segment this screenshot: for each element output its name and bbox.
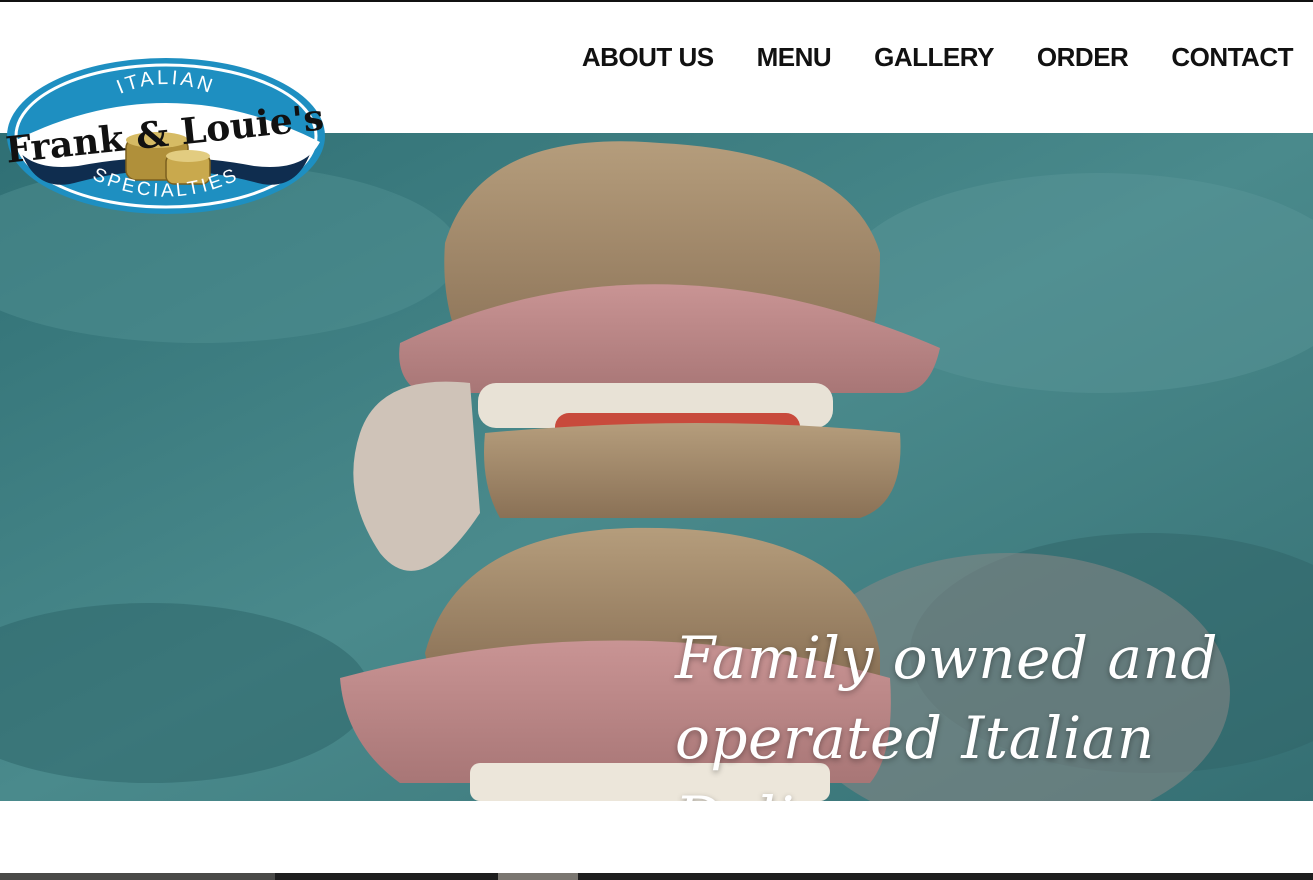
- gallery-strip-preview: [0, 873, 1313, 880]
- gallery-thumb: [0, 873, 275, 880]
- content-spacer: [0, 801, 1313, 873]
- main-nav: ABOUT US MENU GALLERY ORDER CONTACT: [582, 42, 1294, 73]
- nav-about-us[interactable]: ABOUT US: [582, 42, 714, 73]
- hero-tagline-line1: Family owned and: [675, 624, 1219, 692]
- hero-tagline-line2: operated Italian Deli: [675, 704, 1155, 801]
- hero-banner: Family owned and operated Italian Deli: [0, 133, 1313, 801]
- gallery-thumb: [498, 873, 578, 880]
- nav-order[interactable]: ORDER: [1037, 42, 1129, 73]
- logo-graphic: ITALIAN SPECIALTIES Frank & Louie's: [4, 58, 326, 214]
- hero-tagline: Family owned and operated Italian Deli: [675, 618, 1235, 801]
- nav-contact[interactable]: CONTACT: [1171, 42, 1293, 73]
- nav-gallery[interactable]: GALLERY: [874, 42, 994, 73]
- site-logo[interactable]: ITALIAN SPECIALTIES Frank & Louie's: [4, 54, 328, 216]
- nav-menu[interactable]: MENU: [757, 42, 832, 73]
